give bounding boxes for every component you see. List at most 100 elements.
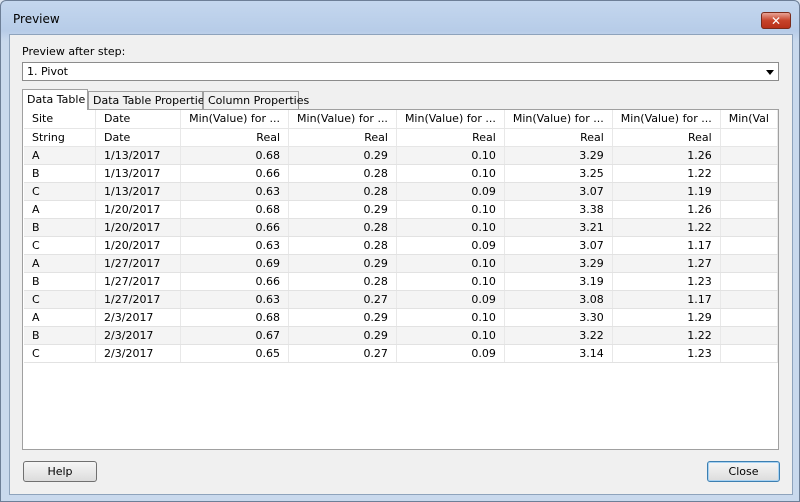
table-cell[interactable]: 3.21 <box>504 218 613 237</box>
table-cell[interactable]: 3.19 <box>504 272 613 291</box>
table-cell[interactable]: 0.68 <box>180 146 290 165</box>
table-cell[interactable]: 1.26 <box>612 200 721 219</box>
table-cell[interactable] <box>720 308 778 327</box>
preview-step-dropdown[interactable]: 1. Pivot <box>22 62 779 81</box>
column-type[interactable]: Real <box>288 128 397 147</box>
column-type[interactable]: Real <box>180 128 290 147</box>
column-header[interactable]: Date <box>95 110 182 129</box>
column-header[interactable]: Min(Value) for ... <box>288 110 397 129</box>
table-cell[interactable]: 3.25 <box>504 164 613 183</box>
table-cell[interactable]: 0.68 <box>180 200 290 219</box>
table-cell[interactable]: C <box>24 182 97 201</box>
column-type[interactable]: String <box>24 128 97 147</box>
table-cell[interactable]: 1.19 <box>612 182 721 201</box>
table-cell[interactable]: 0.28 <box>288 236 397 255</box>
table-cell[interactable] <box>720 236 778 255</box>
table-cell[interactable]: 0.09 <box>396 182 505 201</box>
table-row[interactable]: A 1/20/2017 0.68 0.29 0.10 3.38 1.26 <box>24 200 778 219</box>
table-cell[interactable]: 0.10 <box>396 272 505 291</box>
table-cell[interactable]: 1.22 <box>612 218 721 237</box>
table-cell[interactable]: C <box>24 344 97 363</box>
table-cell[interactable]: 3.07 <box>504 182 613 201</box>
table-cell[interactable]: 0.66 <box>180 272 290 291</box>
column-header[interactable]: Min(Value) for ... <box>180 110 290 129</box>
table-cell[interactable]: A <box>24 308 97 327</box>
table-cell[interactable]: 0.69 <box>180 254 290 273</box>
table-cell[interactable]: 1/27/2017 <box>95 290 182 309</box>
table-cell[interactable]: 1/13/2017 <box>95 146 182 165</box>
table-cell[interactable]: 1.22 <box>612 326 721 345</box>
table-cell[interactable]: 1.23 <box>612 272 721 291</box>
table-cell[interactable] <box>720 326 778 345</box>
table-cell[interactable]: 1.22 <box>612 164 721 183</box>
table-cell[interactable]: 3.29 <box>504 146 613 165</box>
close-button[interactable]: Close <box>707 461 780 482</box>
table-cell[interactable]: 0.28 <box>288 164 397 183</box>
table-cell[interactable]: 1.23 <box>612 344 721 363</box>
table-cell[interactable]: 3.22 <box>504 326 613 345</box>
table-row[interactable]: B 1/20/2017 0.66 0.28 0.10 3.21 1.22 <box>24 218 778 237</box>
table-cell[interactable]: 3.30 <box>504 308 613 327</box>
table-cell[interactable]: A <box>24 254 97 273</box>
table-cell[interactable]: 0.63 <box>180 290 290 309</box>
table-cell[interactable] <box>720 254 778 273</box>
table-row[interactable]: A 2/3/2017 0.68 0.29 0.10 3.30 1.29 <box>24 308 778 327</box>
column-header[interactable]: Min(Value) for ... <box>396 110 505 129</box>
table-cell[interactable] <box>720 344 778 363</box>
table-cell[interactable]: 1.27 <box>612 254 721 273</box>
column-header[interactable]: Min(Val <box>720 110 778 129</box>
table-row[interactable]: C 2/3/2017 0.65 0.27 0.09 3.14 1.23 <box>24 344 778 363</box>
table-cell[interactable]: 0.65 <box>180 344 290 363</box>
table-cell[interactable]: 0.10 <box>396 326 505 345</box>
tab-column-properties[interactable]: Column Properties <box>203 91 309 109</box>
table-cell[interactable] <box>720 182 778 201</box>
table-cell[interactable]: 1/20/2017 <box>95 236 182 255</box>
column-type[interactable]: Real <box>396 128 505 147</box>
table-cell[interactable]: 2/3/2017 <box>95 308 182 327</box>
table-cell[interactable]: 0.28 <box>288 182 397 201</box>
table-cell[interactable]: 0.10 <box>396 200 505 219</box>
table-cell[interactable]: 0.10 <box>396 308 505 327</box>
table-row[interactable]: A 1/13/2017 0.68 0.29 0.10 3.29 1.26 <box>24 146 778 165</box>
table-cell[interactable]: B <box>24 272 97 291</box>
column-header[interactable]: Site <box>24 110 97 129</box>
table-cell[interactable]: B <box>24 164 97 183</box>
table-cell[interactable]: 1/13/2017 <box>95 164 182 183</box>
tab-data-table[interactable]: Data Table <box>22 89 88 110</box>
column-header[interactable]: Min(Value) for ... <box>612 110 721 129</box>
table-cell[interactable]: 1.17 <box>612 236 721 255</box>
table-row[interactable]: B 1/27/2017 0.66 0.28 0.10 3.19 1.23 <box>24 272 778 291</box>
table-cell[interactable]: 0.09 <box>396 290 505 309</box>
table-cell[interactable]: 0.10 <box>396 146 505 165</box>
table-cell[interactable]: 1/27/2017 <box>95 272 182 291</box>
column-header[interactable]: Min(Value) for ... <box>504 110 613 129</box>
window-close-icon[interactable]: ✕ <box>761 12 791 29</box>
table-cell[interactable]: 2/3/2017 <box>95 326 182 345</box>
table-cell[interactable]: C <box>24 236 97 255</box>
table-cell[interactable]: 0.66 <box>180 164 290 183</box>
table-row[interactable]: C 1/27/2017 0.63 0.27 0.09 3.08 1.17 <box>24 290 778 309</box>
table-cell[interactable] <box>720 146 778 165</box>
table-cell[interactable]: 0.66 <box>180 218 290 237</box>
table-cell[interactable] <box>720 218 778 237</box>
data-table[interactable]: Site Date Min(Value) for ... Min(Value) for… <box>24 110 778 363</box>
table-cell[interactable]: 1/13/2017 <box>95 182 182 201</box>
table-cell[interactable]: 1.26 <box>612 146 721 165</box>
table-cell[interactable]: 0.09 <box>396 344 505 363</box>
table-cell[interactable]: 3.08 <box>504 290 613 309</box>
table-cell[interactable]: 1/27/2017 <box>95 254 182 273</box>
tab-data-table-properties[interactable]: Data Table Properties <box>88 91 210 109</box>
table-cell[interactable]: 0.29 <box>288 254 397 273</box>
table-cell[interactable]: 0.09 <box>396 236 505 255</box>
table-cell[interactable]: A <box>24 146 97 165</box>
table-cell[interactable]: 0.29 <box>288 326 397 345</box>
table-cell[interactable] <box>720 272 778 291</box>
table-row[interactable]: B 1/13/2017 0.66 0.28 0.10 3.25 1.22 <box>24 164 778 183</box>
table-row[interactable]: A 1/27/2017 0.69 0.29 0.10 3.29 1.27 <box>24 254 778 273</box>
table-row[interactable]: C 1/20/2017 0.63 0.28 0.09 3.07 1.17 <box>24 236 778 255</box>
table-cell[interactable]: A <box>24 200 97 219</box>
table-cell[interactable]: 0.28 <box>288 272 397 291</box>
table-cell[interactable]: 1/20/2017 <box>95 200 182 219</box>
table-cell[interactable]: 1.29 <box>612 308 721 327</box>
table-cell[interactable]: 0.27 <box>288 290 397 309</box>
